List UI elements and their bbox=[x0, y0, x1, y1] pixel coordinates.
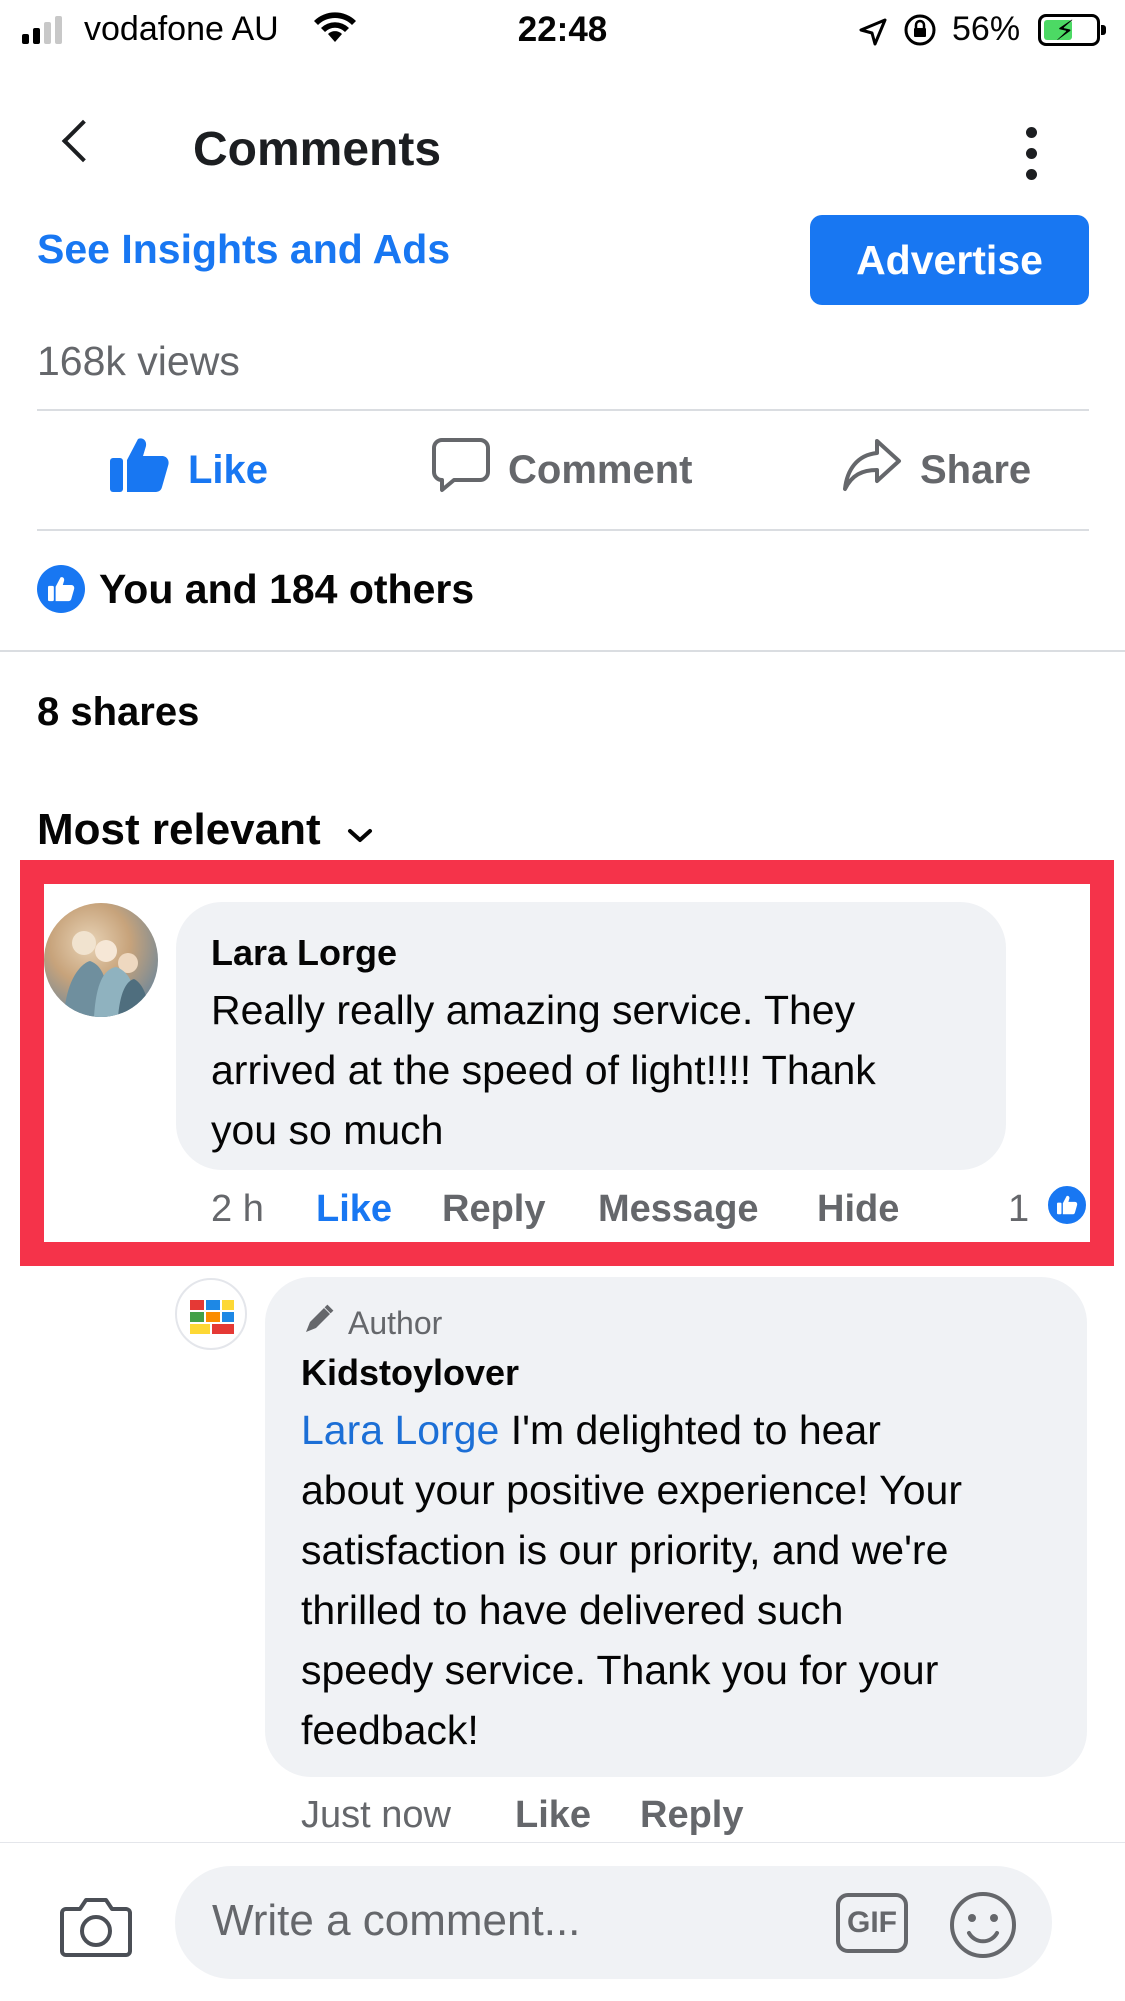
reply-line: speedy service. Thank you for your bbox=[301, 1647, 939, 1693]
reactions-summary[interactable]: You and 184 others bbox=[37, 565, 474, 613]
chevron-down-icon bbox=[347, 805, 373, 855]
share-icon bbox=[842, 437, 902, 503]
views-count: 168k views bbox=[37, 338, 240, 384]
battery-icon: ⚡ bbox=[1038, 14, 1106, 46]
gif-icon[interactable]: GIF bbox=[836, 1893, 908, 1953]
reactions-text: You and 184 others bbox=[99, 565, 475, 612]
like-label: Like bbox=[188, 447, 269, 492]
reply-line: Lara Lorge I'm delighted to hear bbox=[301, 1407, 881, 1453]
sort-dropdown[interactable]: Most relevant bbox=[37, 805, 373, 855]
orientation-lock-icon bbox=[902, 12, 938, 57]
reply-like-button[interactable]: Like bbox=[515, 1794, 591, 1837]
mention-link[interactable]: Lara Lorge bbox=[301, 1407, 499, 1453]
camera-icon[interactable] bbox=[60, 1895, 132, 1962]
reply-time: Just now bbox=[301, 1794, 451, 1836]
emoji-icon[interactable] bbox=[948, 1890, 1018, 1965]
share-label: Share bbox=[920, 447, 1032, 492]
comment-button[interactable]: Comment bbox=[432, 437, 693, 503]
divider bbox=[0, 650, 1125, 652]
like-button[interactable]: Like bbox=[108, 438, 269, 500]
like-reaction-icon bbox=[37, 565, 85, 613]
battery-percent: 56% bbox=[952, 10, 1021, 48]
comment-placeholder: Write a comment... bbox=[212, 1896, 581, 1945]
divider bbox=[37, 529, 1089, 531]
status-bar: vodafone AU 22:48 56% ⚡ bbox=[0, 0, 1125, 62]
shares-count[interactable]: 8 shares bbox=[37, 690, 199, 735]
pencil-icon bbox=[302, 1302, 336, 1344]
insights-link[interactable]: See Insights and Ads bbox=[37, 226, 450, 273]
divider bbox=[37, 409, 1089, 411]
share-button[interactable]: Share bbox=[842, 437, 1032, 503]
author-badge: Author bbox=[302, 1302, 442, 1344]
reply-line: about your positive experience! Your bbox=[301, 1467, 963, 1513]
page-title: Comments bbox=[193, 123, 442, 176]
back-icon[interactable] bbox=[61, 119, 105, 163]
reply-line: feedback! bbox=[301, 1707, 479, 1753]
sort-label: Most relevant bbox=[37, 805, 321, 854]
comment-icon bbox=[432, 437, 490, 503]
author-badge-label: Author bbox=[348, 1304, 443, 1341]
thumbs-up-icon bbox=[108, 436, 170, 504]
reply-reply-button[interactable]: Reply bbox=[640, 1794, 743, 1837]
comment-label: Comment bbox=[508, 447, 693, 492]
reply-line: thrilled to have delivered such bbox=[301, 1587, 844, 1633]
location-icon bbox=[858, 14, 888, 56]
advertise-button[interactable]: Advertise bbox=[810, 215, 1089, 305]
reply-author[interactable]: Kidstoylover bbox=[301, 1352, 519, 1394]
avatar[interactable] bbox=[175, 1278, 247, 1350]
highlight-box bbox=[20, 860, 1114, 1266]
reply-line: satisfaction is our priority, and we're bbox=[301, 1527, 949, 1573]
more-icon[interactable] bbox=[1026, 127, 1038, 180]
